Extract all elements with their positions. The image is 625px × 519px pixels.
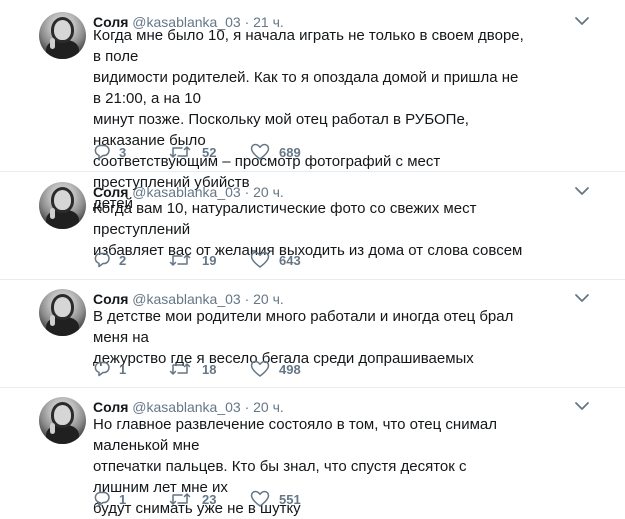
- retweet-icon: [169, 254, 191, 266]
- avatar[interactable]: [39, 12, 86, 59]
- like-icon: [250, 490, 270, 507]
- timestamp[interactable]: 20 ч.: [253, 291, 284, 307]
- retweet-icon: [169, 146, 191, 158]
- like-count: 551: [279, 492, 301, 507]
- avatar[interactable]: [39, 397, 86, 444]
- like-count: 689: [279, 145, 301, 160]
- dot-separator: ·: [244, 399, 250, 415]
- like-icon: [250, 360, 270, 377]
- retweet-icon: [169, 493, 191, 505]
- tweet[interactable]: Соля @kasablanka_03 · 20 ч. Но главное р…: [0, 397, 625, 517]
- tweet-divider: [0, 387, 625, 388]
- retweet-icon: [169, 363, 191, 375]
- reply-icon: [94, 144, 110, 160]
- author-handle[interactable]: @kasablanka_03: [132, 399, 240, 415]
- reply-icon: [94, 361, 110, 377]
- retweet-count: 19: [202, 253, 217, 268]
- chevron-down-icon[interactable]: [574, 186, 590, 196]
- chevron-down-icon[interactable]: [574, 293, 590, 303]
- tweet-actions: 2 19 643: [93, 250, 393, 270]
- avatar[interactable]: [39, 182, 86, 229]
- timestamp[interactable]: 20 ч.: [253, 399, 284, 415]
- reply-count: 3: [119, 145, 127, 160]
- author-name[interactable]: Соля: [93, 399, 128, 415]
- reply-count: 1: [119, 362, 127, 377]
- tweet[interactable]: Соля @kasablanka_03 · 20 ч. Когда вам 10…: [0, 182, 625, 277]
- chevron-down-icon[interactable]: [574, 16, 590, 26]
- retweet-count: 52: [202, 145, 217, 160]
- like-count: 643: [279, 253, 301, 268]
- tweet-divider: [0, 171, 625, 172]
- author-name[interactable]: Соля: [93, 291, 128, 307]
- tweet-divider: [0, 279, 625, 280]
- retweet-count: 23: [202, 492, 217, 507]
- reply-icon: [94, 491, 110, 507]
- tweet[interactable]: Соля @kasablanka_03 · 20 ч. В детстве мо…: [0, 289, 625, 384]
- author-handle[interactable]: @kasablanka_03: [132, 291, 240, 307]
- chevron-down-icon[interactable]: [574, 401, 590, 411]
- avatar[interactable]: [39, 289, 86, 336]
- dot-separator: ·: [244, 291, 250, 307]
- tweet-actions: 3 52 689: [93, 142, 393, 162]
- tweet-actions: 1 23 551: [93, 489, 393, 509]
- like-icon: [250, 143, 270, 160]
- tweet-actions: 1 18 498: [93, 359, 393, 379]
- reply-count: 2: [119, 253, 127, 268]
- tweet[interactable]: Соля @kasablanka_03 · 21 ч. Когда мне бы…: [0, 12, 625, 212]
- retweet-count: 18: [202, 362, 217, 377]
- like-count: 498: [279, 362, 301, 377]
- reply-count: 1: [119, 492, 127, 507]
- like-icon: [250, 251, 270, 268]
- reply-icon: [94, 252, 110, 268]
